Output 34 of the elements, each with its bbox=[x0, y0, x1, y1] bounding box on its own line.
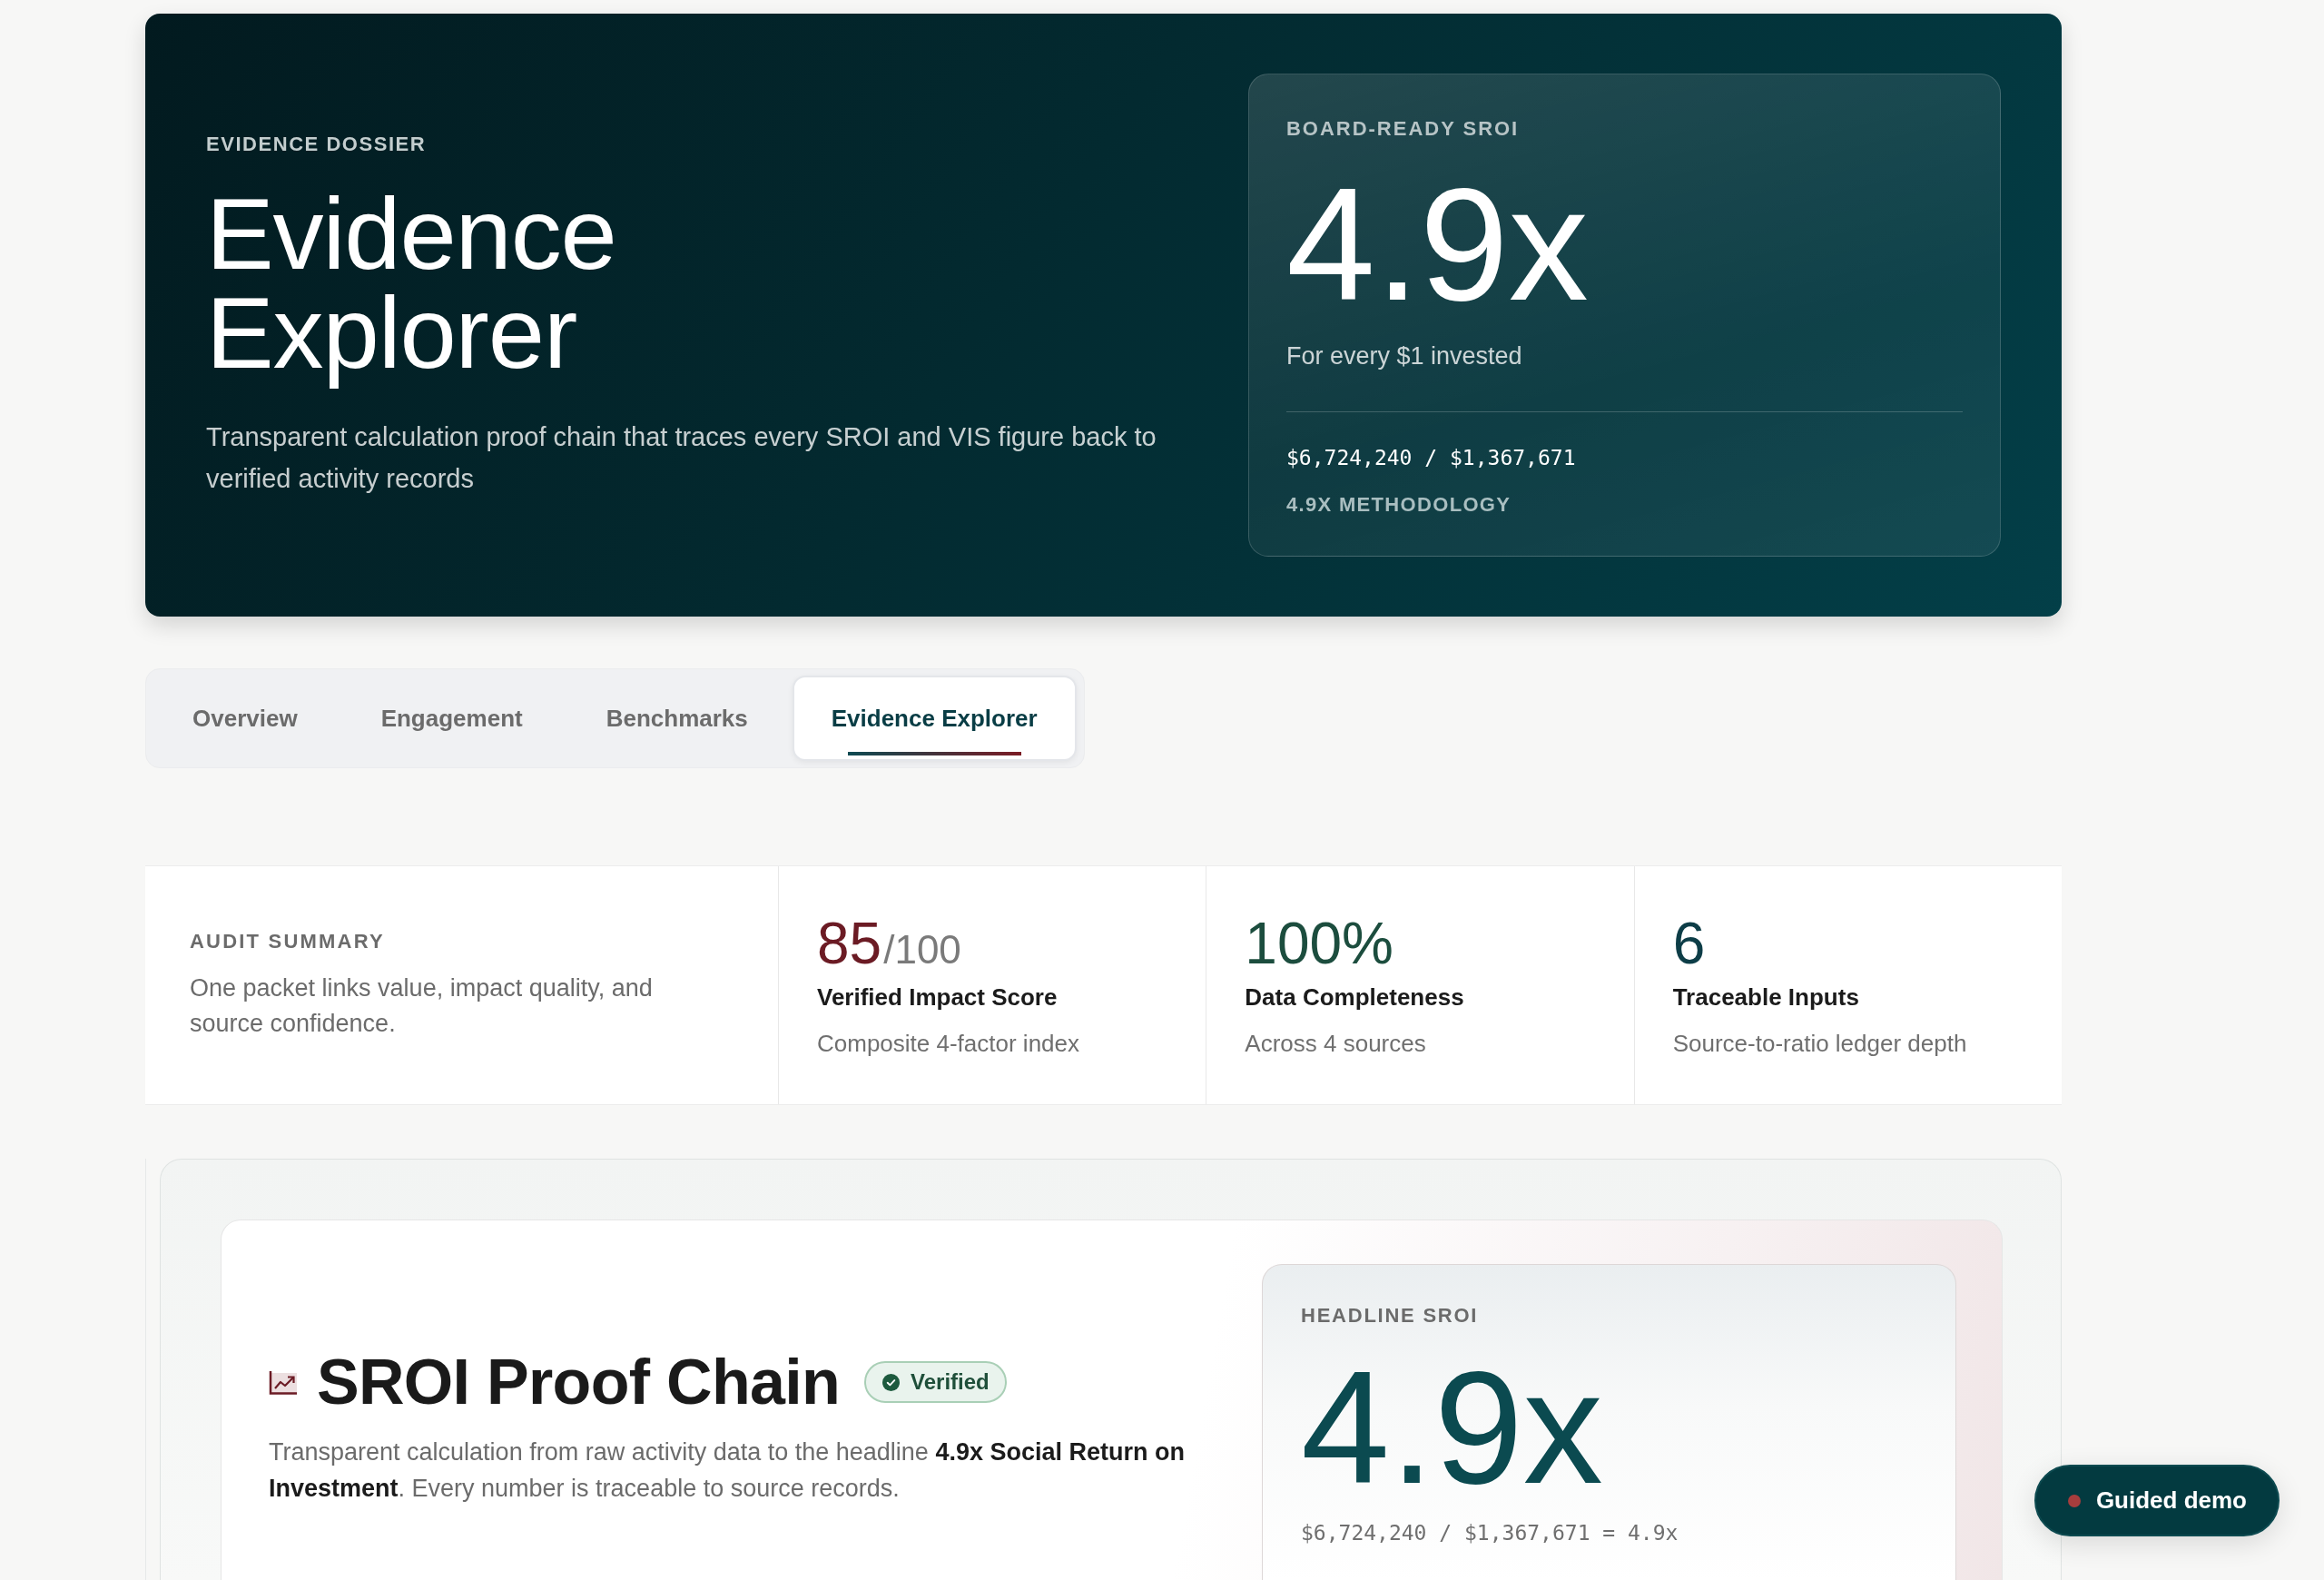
headline-sroi-value: 4.9x bbox=[1301, 1341, 1603, 1514]
audit-summary-description: One packet links value, impact quality, and source confidence. bbox=[190, 973, 654, 1039]
eyebrow-label: EVIDENCE DOSSIER bbox=[206, 132, 427, 157]
metric-title: Data Completeness bbox=[1245, 983, 1464, 1012]
tab[interactable]: Evidence Explorer bbox=[792, 676, 1077, 761]
tab[interactable]: Benchmarks bbox=[566, 676, 787, 761]
section-title: SROI Proof Chain bbox=[317, 1346, 841, 1419]
metric-suffix: /100 bbox=[883, 927, 961, 973]
sroi-value: 4.9x bbox=[1286, 158, 1589, 331]
dot-icon bbox=[2067, 1494, 2081, 1507]
metric-caption: Source-to-ratio ledger depth bbox=[1672, 1029, 1967, 1058]
metric-value: 100% bbox=[1245, 913, 1393, 974]
tab[interactable]: Overview bbox=[153, 676, 337, 761]
headline-sroi-formula: $6,724,240 / $1,367,671 = 4.9x bbox=[1301, 1520, 1679, 1545]
sroi-caption: For every $1 invested bbox=[1286, 341, 1522, 371]
metric-caption: Across 4 sources bbox=[1245, 1029, 1426, 1058]
page-title: Evidence Explorer bbox=[206, 179, 617, 391]
sroi-formula: $6,724,240 / $1,367,671 bbox=[1286, 445, 1576, 471]
trend-chart-icon bbox=[269, 1369, 297, 1395]
audit-summary-label: AUDIT SUMMARY bbox=[190, 929, 385, 954]
headline-sroi-label: HEADLINE SROI bbox=[1301, 1303, 1479, 1328]
metric-value: 85 bbox=[817, 913, 882, 974]
section-description: Transparent calculation from raw activity data to the headline 4.9x Social Return on Investment. Every number is traceable to source records. bbox=[269, 1437, 1186, 1504]
tab[interactable]: Engagement bbox=[341, 676, 562, 761]
verified-label: Verified bbox=[911, 1369, 990, 1395]
metric-title: Verified Impact Score bbox=[817, 983, 1058, 1012]
check-circle-icon bbox=[882, 1373, 901, 1391]
methodology-link[interactable]: 4.9X METHODOLOGY bbox=[1286, 491, 1512, 518]
page-description: Transparent calculation proof chain that traces every SROI and VIS figure back to verified activity records bbox=[206, 421, 1157, 495]
guided-demo-button[interactable]: Guided demo bbox=[2034, 1465, 2280, 1536]
metric-caption: Composite 4-factor index bbox=[817, 1029, 1080, 1058]
metric-title: Traceable Inputs bbox=[1672, 983, 1859, 1012]
metric-value: 6 bbox=[1672, 913, 1706, 974]
sroi-card-label: BOARD-READY SROI bbox=[1286, 116, 1520, 142]
